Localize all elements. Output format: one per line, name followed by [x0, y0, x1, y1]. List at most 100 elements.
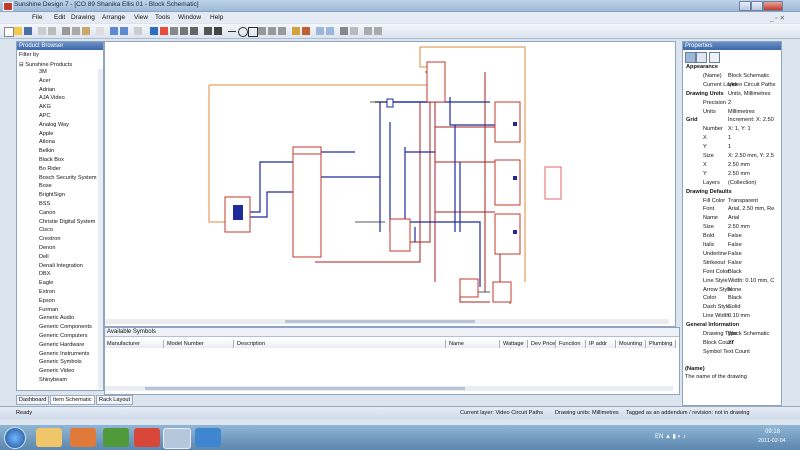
undo-icon[interactable]	[110, 27, 118, 35]
col-manufacturer[interactable]: Manufacturer	[105, 340, 164, 348]
property-value[interactable]: Units, Millimetres	[728, 91, 771, 98]
manufacturer-item[interactable]: Bosch Security System	[39, 175, 97, 182]
property-label[interactable]: Symbol Text Count	[703, 349, 750, 356]
property-value[interactable]: None	[728, 287, 741, 294]
zoom-in-icon[interactable]	[364, 27, 372, 35]
property-section[interactable]: Grid	[686, 117, 698, 124]
save-icon[interactable]	[24, 27, 32, 35]
property-value[interactable]: X: 1, Y: 1	[728, 126, 751, 133]
menu-arrange[interactable]: Arrange	[102, 14, 125, 21]
property-value[interactable]: 2.50 mm	[728, 171, 750, 178]
property-value[interactable]: Block Schematic	[728, 331, 769, 338]
property-value[interactable]: Solid	[728, 304, 740, 311]
col-function[interactable]: Function	[557, 340, 586, 348]
manufacturer-item[interactable]: APC	[39, 113, 51, 120]
property-label[interactable]: Number	[703, 126, 723, 133]
media-player-taskbar-icon[interactable]	[70, 428, 96, 447]
property-value[interactable]: 27	[728, 340, 734, 347]
grid-icon[interactable]	[150, 27, 158, 35]
manufacturer-item[interactable]: Shinybeam	[39, 377, 67, 384]
property-value[interactable]: False	[728, 233, 742, 240]
manufacturer-item[interactable]: AKG	[39, 104, 51, 111]
symbols-hscroll-thumb[interactable]	[145, 387, 465, 390]
property-label[interactable]: Strikeout	[703, 260, 725, 267]
device-block-mid[interactable]	[389, 218, 411, 252]
device-block-switcher[interactable]	[224, 196, 251, 233]
property-pages-icon[interactable]	[709, 52, 720, 63]
sunshine-design-taskbar-icon[interactable]	[163, 428, 191, 449]
manufacturer-item[interactable]: BSS	[39, 201, 50, 208]
manufacturer-item[interactable]: Eagle	[39, 280, 53, 287]
select-icon[interactable]	[170, 27, 178, 35]
property-value[interactable]: Arial	[728, 215, 739, 222]
property-value[interactable]: Black	[728, 269, 742, 276]
property-label[interactable]: Fill Color	[703, 198, 725, 205]
redo-icon[interactable]	[120, 27, 128, 35]
property-label[interactable]: Y	[703, 171, 707, 178]
menu-window[interactable]: Window	[178, 14, 201, 21]
paste-icon[interactable]	[82, 27, 90, 35]
manufacturer-item[interactable]: Cisco	[39, 227, 53, 234]
property-label[interactable]: Bold	[703, 233, 714, 240]
close-button[interactable]	[763, 1, 783, 11]
property-value[interactable]: Increment: X: 2.50	[728, 117, 774, 124]
manufacturer-item[interactable]: Denali Integration	[39, 263, 83, 270]
property-label[interactable]: Size	[703, 153, 714, 160]
manufacturer-item[interactable]: Christie Digital System	[39, 219, 95, 226]
property-label[interactable]: Line Width	[703, 313, 729, 320]
property-value[interactable]: 1	[728, 144, 731, 151]
property-value[interactable]: Video Circuit Paths	[728, 82, 775, 89]
tree-scrollbar[interactable]	[98, 69, 103, 389]
drawing-canvas[interactable]	[104, 41, 676, 327]
manufacturer-item[interactable]: Generic Instruments	[39, 351, 89, 358]
tab-dashboard[interactable]: Dashboard	[16, 395, 50, 405]
menu-file[interactable]: File	[32, 14, 42, 21]
col-description[interactable]: Description	[235, 340, 446, 348]
text-icon[interactable]	[214, 27, 222, 35]
property-label[interactable]: Y	[703, 144, 707, 151]
property-label[interactable]: X	[703, 135, 707, 142]
property-value[interactable]: Transparent	[728, 198, 758, 205]
property-section[interactable]: Appearance	[686, 64, 718, 71]
manufacturer-item[interactable]: 3M	[39, 69, 47, 76]
manufacturer-item[interactable]: Generic Components	[39, 324, 92, 331]
minimize-button[interactable]	[739, 1, 751, 11]
manufacturer-item[interactable]: Bo Rider	[39, 166, 61, 173]
copy-icon[interactable]	[72, 27, 80, 35]
manufacturer-item[interactable]: Adrian	[39, 87, 55, 94]
manufacturer-item[interactable]: Bose	[39, 183, 52, 190]
device-block-right-3[interactable]	[494, 213, 521, 255]
device-block-top[interactable]	[426, 61, 446, 103]
manufacturer-item[interactable]: Belkin	[39, 148, 54, 155]
property-value[interactable]: Millimetres	[728, 109, 755, 116]
chrome-taskbar-icon[interactable]	[134, 428, 160, 447]
property-label[interactable]: Precision	[703, 100, 726, 107]
rotate-icon[interactable]	[180, 27, 188, 35]
tab-item-schematic[interactable]: Item Schematic	[50, 395, 95, 405]
col-plumbing[interactable]: Plumbing	[647, 340, 676, 348]
manufacturer-item[interactable]: Generic Hardware	[39, 342, 84, 349]
manufacturer-item[interactable]: DBX	[39, 271, 51, 278]
property-label[interactable]: Units	[703, 109, 716, 116]
property-label[interactable]: Font Color	[703, 269, 729, 276]
property-label[interactable]: Dash Style	[703, 304, 730, 311]
fill-icon[interactable]	[292, 27, 300, 35]
manufacturer-item[interactable]: Black Box	[39, 157, 64, 164]
device-block-main[interactable]	[292, 146, 322, 258]
manufacturer-item[interactable]: AJA Video	[39, 95, 65, 102]
device-block-bottom-1[interactable]	[459, 278, 479, 298]
property-label[interactable]: Underline	[703, 251, 727, 258]
property-value[interactable]: Block Schematic	[728, 73, 769, 80]
canvas-hscroll-thumb[interactable]	[285, 320, 475, 323]
property-value[interactable]: False	[728, 260, 742, 267]
col-mounting[interactable]: Mounting	[617, 340, 646, 348]
maximize-button[interactable]	[751, 1, 763, 11]
flip-icon[interactable]	[190, 27, 198, 35]
property-label[interactable]: Name	[703, 215, 718, 222]
zoom-icon[interactable]	[134, 27, 142, 35]
property-label[interactable]: X	[703, 162, 707, 169]
property-section[interactable]: Drawing Units	[686, 91, 724, 98]
layer-icon[interactable]	[316, 27, 324, 35]
property-label[interactable]: (Name)	[703, 73, 722, 80]
col-dev-price[interactable]: Dev Price	[529, 340, 556, 348]
